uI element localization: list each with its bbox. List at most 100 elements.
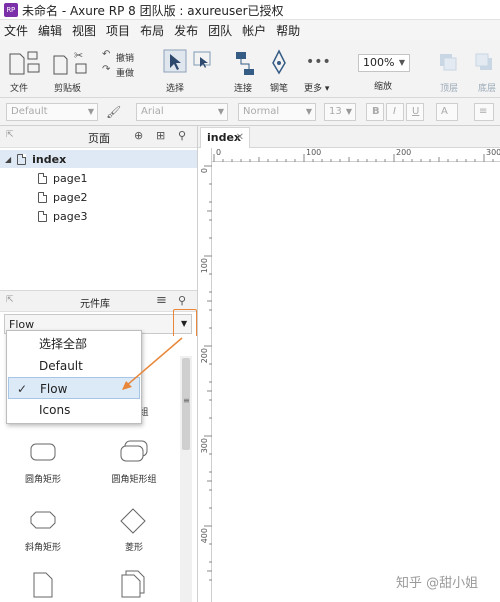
zoom-value: 100% — [363, 56, 395, 69]
undo-button[interactable]: 撤销 — [116, 51, 134, 64]
widget-label: 斜角矩形 — [24, 543, 61, 553]
page-label: index — [32, 152, 67, 166]
send-to-back-icon[interactable] — [474, 52, 494, 72]
close-icon[interactable]: ✕ — [236, 128, 244, 147]
ruler-label: 0 — [216, 148, 222, 157]
chevron-down-icon: ▼ — [305, 107, 312, 116]
text-color-icon: A — [441, 106, 448, 117]
widget-label: 菱形 — [124, 543, 143, 553]
menu-view[interactable]: 视图 — [72, 22, 96, 39]
clipboard-icon[interactable]: ✂ — [52, 48, 92, 78]
tree-item-page1[interactable]: page1 — [38, 169, 87, 187]
collapse-icon[interactable]: ⇱ — [6, 295, 14, 305]
underline-button[interactable]: U — [406, 103, 424, 121]
rounded-rect-widget[interactable] — [30, 442, 56, 462]
diamond-widget[interactable] — [120, 508, 146, 534]
connect-label: 连接 — [234, 84, 253, 94]
top-label: 顶层 — [440, 84, 459, 94]
style-select[interactable]: Default ▼ — [6, 103, 98, 121]
menu-help[interactable]: 帮助 — [276, 22, 300, 39]
ruler-label: 100 — [200, 258, 209, 274]
chevron-down-icon: ▼ — [181, 319, 188, 328]
ruler-label: 200 — [396, 148, 412, 157]
menu-file[interactable]: 文件 — [4, 22, 28, 39]
page-icon — [17, 153, 27, 165]
ruler-label: 200 — [200, 348, 209, 364]
watermark: 知乎 @甜小姐 — [396, 576, 479, 591]
add-page-icon[interactable]: ⊕ — [134, 129, 143, 142]
menu-edit[interactable]: 编辑 — [38, 22, 62, 39]
more-button[interactable]: 更多 ▾ — [304, 81, 329, 94]
select-icon[interactable] — [162, 48, 222, 78]
app-icon: RP — [4, 3, 18, 17]
checkmark-icon: ✓ — [17, 382, 28, 396]
redo-icon[interactable]: ↷ — [102, 64, 110, 75]
ruler-label: 100 — [306, 148, 322, 157]
add-folder-icon[interactable]: ⊞ — [156, 129, 165, 142]
font-select[interactable]: Arial ▼ — [136, 103, 228, 121]
ruler-top: 0 100 200 300 — [212, 148, 500, 162]
menu-account[interactable]: 帐户 — [242, 22, 266, 39]
pages-panel-title: 页面 — [88, 132, 110, 145]
font-value: Arial — [141, 106, 164, 117]
chevron-down-icon: ▼ — [87, 107, 94, 116]
menu-icon[interactable]: ≡ — [156, 293, 167, 308]
text-color-button[interactable]: A — [436, 103, 458, 121]
page-label: page1 — [53, 171, 88, 185]
library-panel-header: ⇱ 元件库 ≡ ⚲ — [0, 290, 198, 312]
menu-team[interactable]: 团队 — [208, 22, 232, 39]
font-size-select[interactable]: 13 ▼ — [324, 103, 356, 121]
bold-button[interactable]: B — [366, 103, 384, 121]
menu-layout[interactable]: 布局 — [140, 22, 164, 39]
italic-button[interactable]: I — [386, 103, 404, 121]
more-icon[interactable]: ••• — [306, 54, 331, 70]
menu-project[interactable]: 项目 — [106, 22, 130, 39]
zoom-label: 缩放 — [374, 82, 393, 92]
font-size-value: 13 — [329, 106, 342, 117]
documents-widget[interactable] — [120, 570, 146, 598]
ruler-label: 0 — [200, 168, 209, 174]
zoom-select[interactable]: 100% ▼ — [358, 54, 410, 72]
clipboard-label: 剪贴板 — [54, 84, 82, 94]
tree-item-index[interactable]: ◢ index — [0, 150, 198, 168]
dropdown-option-label: Flow — [40, 382, 68, 396]
window-title: 未命名 - Axure RP 8 团队版 : axureuser已授权 — [22, 4, 284, 18]
pages-panel-header: ⇱ 页面 ⊕ ⊞ ⚲ — [0, 126, 198, 148]
collapse-icon[interactable]: ⇱ — [6, 130, 14, 140]
connect-icon[interactable] — [232, 48, 256, 78]
tree-item-page3[interactable]: page3 — [38, 207, 87, 225]
expand-arrow-icon[interactable]: ◢ — [5, 155, 11, 164]
rounded-rect-group-widget[interactable] — [120, 440, 148, 464]
document-widget[interactable] — [32, 572, 54, 598]
redo-button[interactable]: 重做 — [116, 66, 134, 79]
chevron-down-icon: ▼ — [345, 107, 352, 116]
ruler-label: 300 — [486, 148, 500, 157]
file-icon[interactable] — [8, 48, 42, 78]
undo-icon[interactable]: ↶ — [102, 49, 110, 60]
design-canvas[interactable] — [213, 163, 500, 602]
page-icon — [38, 191, 47, 203]
align-button[interactable]: ≡ — [474, 103, 494, 121]
grip-icon: ≡ — [183, 396, 190, 405]
style-toolbar: Default ▼ 🖌 Arial ▼ Normal ▼ 13 ▼ B I U A ≡ — [0, 98, 500, 126]
pen-icon[interactable] — [268, 48, 290, 78]
tree-item-page2[interactable]: page2 — [38, 188, 87, 206]
bring-to-front-icon[interactable] — [438, 52, 458, 72]
ruler-left: 0 100 200 300 400 — [198, 148, 212, 602]
weight-value: Normal — [243, 106, 280, 117]
format-painter-icon[interactable]: 🖌 — [106, 105, 121, 119]
dropdown-option-icons[interactable]: Icons — [8, 399, 140, 421]
weight-select[interactable]: Normal ▼ — [238, 103, 316, 121]
page-icon — [38, 210, 47, 222]
search-icon[interactable]: ⚲ — [178, 294, 186, 307]
widget-label: 圆角矩形组 — [111, 475, 157, 485]
menu-publish[interactable]: 发布 — [174, 22, 198, 39]
search-icon[interactable]: ⚲ — [178, 129, 186, 142]
library-panel-title: 元件库 — [80, 299, 110, 310]
ruler-top-ticks — [213, 154, 494, 162]
bevel-rect-widget[interactable] — [30, 510, 56, 530]
pages-tree: ◢ index page1 page2 page3 — [0, 148, 198, 288]
page-label: page3 — [53, 209, 88, 223]
tab-index[interactable]: index ✕ — [200, 127, 250, 148]
title-bar: RP 未命名 - Axure RP 8 团队版 : axureuser已授权 — [0, 0, 500, 20]
